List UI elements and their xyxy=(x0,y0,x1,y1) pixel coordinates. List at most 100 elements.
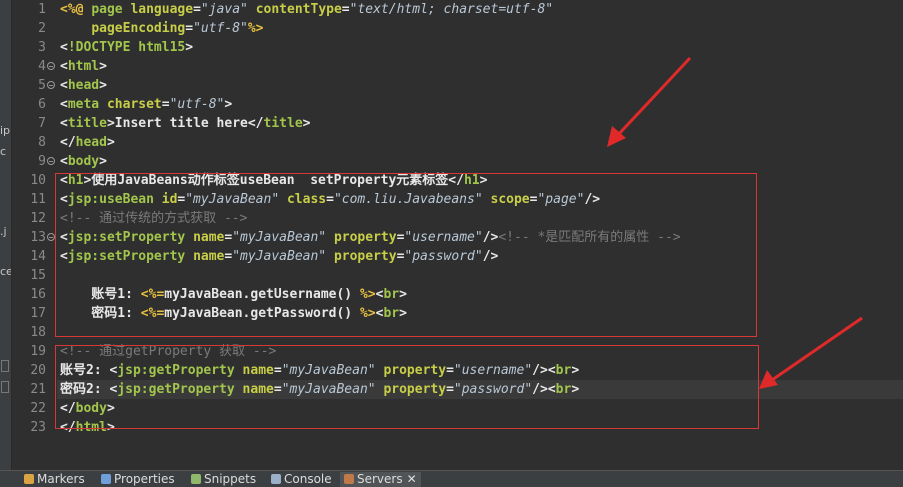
code-token: "myJavaBean" xyxy=(281,363,376,378)
tab-servers[interactable]: Servers ✕ xyxy=(340,472,421,487)
code-line[interactable]: <!-- 通过getProperty 获取 --> xyxy=(60,342,276,361)
snippets-icon xyxy=(191,474,201,484)
code-token: html xyxy=(67,59,100,74)
line-number: 3 xyxy=(38,40,46,55)
code-token: br xyxy=(383,306,400,321)
tab-console[interactable]: Console xyxy=(271,472,332,487)
line-number: 4 xyxy=(38,59,46,74)
code-line[interactable]: </head> xyxy=(60,133,115,152)
code-token: jsp:setProperty xyxy=(67,230,186,245)
fold-toggle-icon[interactable]: − xyxy=(47,62,55,71)
code-line[interactable]: <head> xyxy=(60,76,107,95)
line-number: 12 xyxy=(30,211,46,226)
line-number: 20 xyxy=(30,363,46,378)
code-token: "myJavaBean" xyxy=(281,382,376,397)
code-token: "myJavaBean" xyxy=(232,230,327,245)
code-token: h1 xyxy=(67,173,84,188)
fold-toggle-icon[interactable]: − xyxy=(47,157,55,166)
code-token: < xyxy=(60,59,68,74)
servers-icon xyxy=(344,474,354,484)
explorer-fragment: ce xyxy=(0,265,12,278)
code-line[interactable]: </body> xyxy=(60,399,115,418)
code-token: meta xyxy=(67,97,100,112)
code-token: > xyxy=(185,40,194,55)
line-number: 21 xyxy=(30,382,46,397)
code-token: %> xyxy=(359,306,376,321)
tab-snippets[interactable]: Snippets xyxy=(191,472,256,487)
code-token: < xyxy=(60,40,68,55)
code-token: /> xyxy=(482,249,499,264)
code-token: > xyxy=(99,154,107,169)
code-line[interactable]: <jsp:setProperty name="myJavaBean" prope… xyxy=(60,228,681,247)
code-token: />< xyxy=(532,363,556,378)
code-token: "java" xyxy=(200,2,248,17)
code-token: < xyxy=(60,192,68,207)
code-line[interactable]: </html> xyxy=(60,418,115,437)
code-token: property xyxy=(333,230,397,245)
bottom-view-tabs: Markers Properties Snippets Console Servers ✕ xyxy=(0,470,903,487)
code-line[interactable]: <meta charset="utf-8"> xyxy=(60,95,232,114)
code-token: property xyxy=(383,382,447,397)
code-line[interactable]: 密码2: <jsp:getProperty name="myJavaBean" … xyxy=(57,380,903,399)
code-token: br xyxy=(555,363,572,378)
code-token: myJavaBean.getUsername() xyxy=(164,287,360,302)
code-token: > xyxy=(106,135,115,150)
fold-toggle-icon[interactable]: − xyxy=(47,233,55,242)
code-token: "com.liu.Javabeans" xyxy=(333,192,483,207)
code-line[interactable]: 账号2: <jsp:getProperty name="myJavaBean" … xyxy=(60,361,579,380)
code-line[interactable]: pageEncoding="utf-8"%> xyxy=(60,19,263,38)
code-token: /> xyxy=(482,230,499,245)
code-line[interactable]: 密码1: <%=myJavaBean.getPassword() %><br> xyxy=(60,304,407,323)
code-line[interactable]: <%@ page language="java" contentType="te… xyxy=(60,0,553,19)
code-token: jsp:getProperty xyxy=(117,382,235,397)
code-token: = xyxy=(446,363,454,378)
explorer-tree-box xyxy=(1,360,9,372)
line-number: 11 xyxy=(30,192,46,207)
code-token: body xyxy=(75,401,107,416)
code-line[interactable]: <jsp:useBean id="myJavaBean" class="com.… xyxy=(60,190,600,209)
tab-properties[interactable]: Properties xyxy=(101,472,175,487)
tab-label: Servers xyxy=(357,472,403,486)
code-token: < xyxy=(60,249,68,264)
code-token: = xyxy=(273,363,282,378)
close-icon[interactable]: ✕ xyxy=(407,472,417,486)
line-number: 8 xyxy=(38,135,46,150)
code-token: </ xyxy=(60,401,76,416)
code-token: jsp:useBean xyxy=(67,192,154,207)
code-line[interactable]: <!-- 通过传统的方式获取 --> xyxy=(60,209,247,228)
code-line[interactable]: <!DOCTYPE html15> xyxy=(60,38,193,57)
code-token: = xyxy=(193,2,201,17)
code-editor[interactable]: <%@ page language="java" contentType="te… xyxy=(57,0,903,470)
code-token: language xyxy=(130,2,194,17)
code-token: < xyxy=(60,154,68,169)
code-token: > xyxy=(106,116,115,131)
code-line[interactable]: <body> xyxy=(60,152,107,171)
code-token: charset xyxy=(106,97,162,112)
fold-toggle-icon[interactable]: − xyxy=(47,81,55,90)
code-line[interactable]: <title>Insert title here</title> xyxy=(60,114,310,133)
code-line[interactable]: 账号1: <%=myJavaBean.getUsername() %><br> xyxy=(60,285,407,304)
code-token: = xyxy=(161,97,170,112)
code-token: <%@ xyxy=(60,2,84,17)
code-token: > xyxy=(399,287,407,302)
tab-markers[interactable]: Markers xyxy=(24,472,85,487)
code-token: <%= xyxy=(140,306,165,321)
explorer-fragment: ip xyxy=(0,124,11,137)
code-token: /> xyxy=(584,192,601,207)
code-token: id xyxy=(161,192,178,207)
explorer-fragment: c xyxy=(0,145,7,158)
tab-label: Console xyxy=(284,472,332,486)
code-token: property xyxy=(333,249,397,264)
code-token: < xyxy=(60,116,68,131)
explorer-tree-box xyxy=(1,381,9,393)
code-line[interactable]: <html> xyxy=(60,57,107,76)
code-line[interactable]: <h1>使用JavaBeans动作标签useBean setProperty元素… xyxy=(60,171,487,190)
code-line[interactable]: <jsp:setProperty name="myJavaBean" prope… xyxy=(60,247,498,266)
